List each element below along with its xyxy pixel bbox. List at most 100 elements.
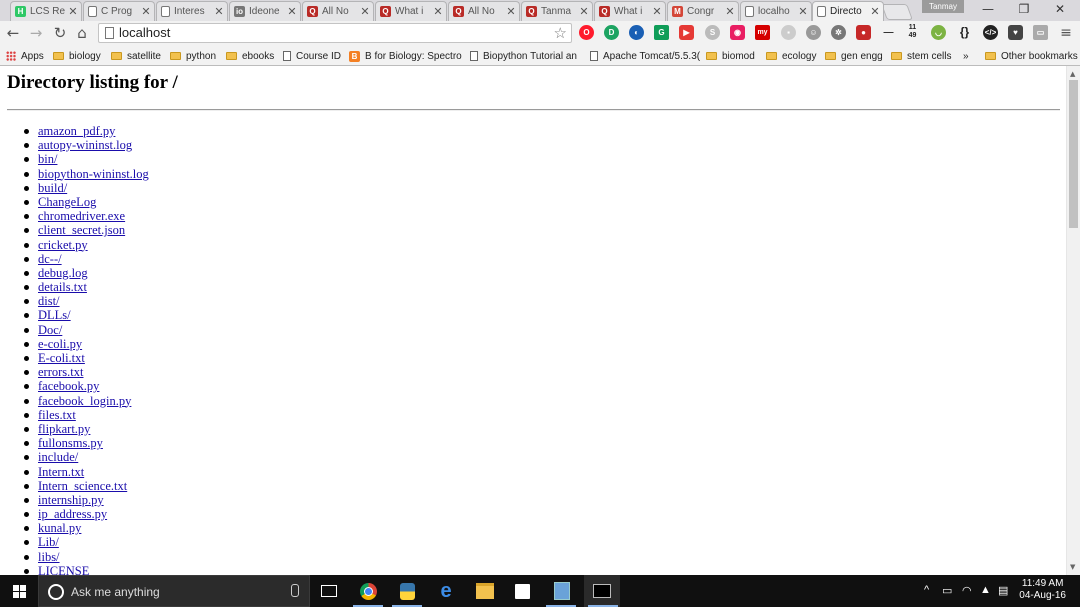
- bookmark-item[interactable]: Apps: [6, 49, 44, 63]
- pattern-extension-icon[interactable]: ✲: [831, 25, 846, 40]
- file-link[interactable]: amazon_pdf.py: [38, 124, 115, 138]
- file-link[interactable]: facebook_login.py: [38, 394, 131, 408]
- start-button[interactable]: [0, 575, 38, 607]
- browser-tab[interactable]: C Prog ✕: [83, 1, 155, 21]
- close-tab-icon[interactable]: ✕: [286, 5, 298, 18]
- file-link[interactable]: internship.py: [38, 493, 104, 507]
- bookmark-item[interactable]: Other bookmarks: [985, 49, 1078, 63]
- bookmark-item[interactable]: biology: [53, 49, 101, 63]
- file-link[interactable]: errors.txt: [38, 365, 83, 379]
- file-link[interactable]: details.txt: [38, 280, 87, 294]
- restore-button[interactable]: ❐: [1011, 1, 1037, 17]
- video-extension-icon[interactable]: ▶: [679, 25, 694, 40]
- wifi-icon[interactable]: ◠: [962, 584, 972, 597]
- bowl-extension-icon[interactable]: ◡: [931, 25, 946, 40]
- green-extension-icon[interactable]: D: [604, 25, 619, 40]
- grammarly-icon[interactable]: G: [654, 25, 669, 40]
- minimize-button[interactable]: —: [975, 1, 1001, 17]
- file-link[interactable]: LICENSE: [38, 564, 89, 575]
- file-link[interactable]: fullonsms.py: [38, 436, 103, 450]
- bookmark-item[interactable]: biomod: [706, 49, 755, 63]
- bookmark-item[interactable]: Biopython Tutorial an: [470, 49, 577, 63]
- pocket-icon[interactable]: ♥: [1008, 25, 1023, 40]
- show-hidden-icons-icon[interactable]: ^: [924, 584, 929, 596]
- bookmark-item[interactable]: ebooks: [226, 49, 274, 63]
- url-text[interactable]: localhost: [119, 25, 170, 40]
- vertical-scrollbar[interactable]: ▲ ▼: [1066, 66, 1080, 575]
- task-view-button[interactable]: [310, 575, 348, 607]
- screenshot-extension-icon[interactable]: ▭: [1033, 25, 1048, 40]
- my-extension-icon[interactable]: my: [755, 25, 770, 40]
- file-link[interactable]: client_secret.json: [38, 223, 125, 237]
- menu-icon[interactable]: ≡: [1057, 24, 1075, 42]
- reload-icon[interactable]: ↻: [51, 24, 69, 42]
- notepad-taskbar-button[interactable]: [542, 575, 582, 607]
- browser-tab[interactable]: Interes ✕: [156, 1, 228, 21]
- file-link[interactable]: facebook.py: [38, 379, 99, 393]
- scroll-thumb[interactable]: [1069, 80, 1078, 228]
- browser-tab[interactable]: localho ✕: [740, 1, 812, 21]
- address-bar[interactable]: localhost ☆: [98, 23, 572, 43]
- browser-tab[interactable]: H LCS Re ✕: [10, 1, 82, 21]
- file-link[interactable]: include/: [38, 450, 78, 464]
- dash-extension-icon[interactable]: —: [881, 25, 896, 40]
- file-link[interactable]: Intern.txt: [38, 465, 84, 479]
- file-link[interactable]: debug.log: [38, 266, 88, 280]
- file-link[interactable]: files.txt: [38, 408, 76, 422]
- tomato-extension-icon[interactable]: ●: [856, 25, 871, 40]
- face-extension-icon[interactable]: ☺: [806, 25, 821, 40]
- file-link[interactable]: autopy-wininst.log: [38, 138, 132, 152]
- browser-tab[interactable]: Q All No ✕: [302, 1, 374, 21]
- close-tab-icon[interactable]: ✕: [505, 5, 517, 18]
- microphone-icon[interactable]: [291, 584, 299, 597]
- close-tab-icon[interactable]: ✕: [213, 5, 225, 18]
- browser-tab[interactable]: Q What i ✕: [594, 1, 666, 21]
- close-tab-icon[interactable]: ✕: [724, 5, 736, 18]
- forward-icon[interactable]: →: [27, 24, 45, 42]
- close-tab-icon[interactable]: ✕: [432, 5, 444, 18]
- file-link[interactable]: dc--/: [38, 252, 62, 266]
- file-link[interactable]: libs/: [38, 550, 60, 564]
- system-clock[interactable]: 11:49 AM 04-Aug-16: [1019, 578, 1066, 602]
- close-tab-icon[interactable]: ✕: [651, 5, 663, 18]
- file-link[interactable]: Doc/: [38, 323, 62, 337]
- chat-extension-icon[interactable]: ▪: [781, 25, 796, 40]
- bookmark-item[interactable]: Apache Tomcat/5.5.3(: [590, 49, 700, 63]
- close-tab-icon[interactable]: ✕: [359, 5, 371, 18]
- python-taskbar-button[interactable]: [388, 575, 426, 607]
- file-link[interactable]: Intern_science.txt: [38, 479, 127, 493]
- bookmark-item[interactable]: B B for Biology: Spectro: [349, 49, 462, 63]
- file-link[interactable]: flipkart.py: [38, 422, 90, 436]
- search-placeholder[interactable]: Ask me anything: [71, 585, 160, 599]
- file-link[interactable]: biopython-wininst.log: [38, 167, 149, 181]
- edge-taskbar-button[interactable]: e: [427, 575, 465, 607]
- skype-icon[interactable]: S: [705, 25, 720, 40]
- scroll-up-icon[interactable]: ▲: [1070, 70, 1075, 78]
- profile-button[interactable]: Tanmay: [922, 0, 964, 13]
- close-window-button[interactable]: ✕: [1047, 1, 1073, 17]
- file-link[interactable]: build/: [38, 181, 67, 195]
- home-icon[interactable]: ⌂: [73, 24, 91, 42]
- file-link[interactable]: DLLs/: [38, 308, 71, 322]
- bookmark-item[interactable]: satellite: [111, 49, 161, 63]
- opera-icon[interactable]: O: [579, 25, 594, 40]
- network-icon[interactable]: ▲: [980, 584, 991, 596]
- file-link[interactable]: ip_address.py: [38, 507, 107, 521]
- file-link[interactable]: dist/: [38, 294, 60, 308]
- close-tab-icon[interactable]: ✕: [140, 5, 152, 18]
- notifications-icon[interactable]: ▤: [998, 584, 1008, 597]
- close-tab-icon[interactable]: ✕: [578, 5, 590, 18]
- counter-badge-icon[interactable]: 11 49: [905, 24, 920, 39]
- browser-tab[interactable]: Q What i ✕: [375, 1, 447, 21]
- cortana-search-box[interactable]: Ask me anything: [38, 575, 310, 607]
- bookmark-item[interactable]: Course ID: [283, 49, 341, 63]
- browser-tab[interactable]: Directo ✕: [812, 1, 884, 21]
- bookmark-item[interactable]: gen engg: [825, 49, 883, 63]
- code-extension-icon[interactable]: </>: [983, 25, 998, 40]
- scroll-down-icon[interactable]: ▼: [1070, 563, 1075, 571]
- store-taskbar-button[interactable]: [503, 575, 541, 607]
- browser-tab[interactable]: Q All No ✕: [448, 1, 520, 21]
- bookmarks-overflow-button[interactable]: »: [963, 49, 969, 63]
- browser-tab[interactable]: io Ideone ✕: [229, 1, 301, 21]
- file-link[interactable]: ChangeLog: [38, 195, 96, 209]
